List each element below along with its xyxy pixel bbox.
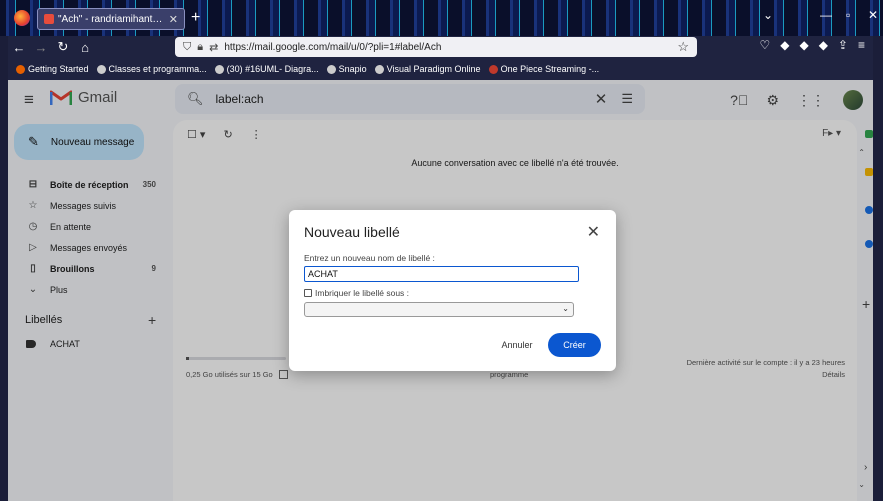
url-bar[interactable]: ⛉ 🔒︎ ⇄ https://mail.google.com/mail/u/0/…	[175, 37, 697, 57]
bookmark-item[interactable]: (30) #16UML- Diagra...	[214, 64, 319, 74]
globe-icon	[214, 64, 224, 74]
tab-list-chevron-icon[interactable]: ⌄	[763, 8, 773, 22]
new-label-dialog: Nouveau libellé ✕ Entrez un nouveau nom …	[289, 210, 616, 371]
nest-label-caption: Imbriquer le libellé sous :	[315, 288, 410, 298]
one-piece-icon	[488, 64, 498, 74]
globe-icon	[326, 64, 336, 74]
navigation-bar: ← → ↻ ⌂ ⛉ 🔒︎ ⇄ https://mail.google.com/m…	[8, 36, 873, 58]
lock-icon[interactable]: 🔒︎	[197, 41, 203, 54]
close-icon[interactable]: ✕	[587, 222, 600, 242]
parent-label-select[interactable]: ⌄	[304, 302, 574, 317]
shield-icon[interactable]: ⛉	[183, 41, 191, 54]
firefox-icon	[16, 64, 25, 74]
bookmark-item[interactable]: Visual Paradigm Online	[374, 64, 481, 74]
back-icon[interactable]: ←	[8, 40, 30, 55]
bookmark-label: Snapio	[338, 64, 367, 74]
dialog-title: Nouveau libellé	[304, 224, 400, 240]
label-name-input[interactable]	[304, 266, 579, 282]
browser-tab[interactable]: "Ach" - randriamihantajudes@ ✕	[37, 8, 185, 30]
bookmark-label: One Piece Streaming -...	[500, 64, 600, 74]
label-name-caption: Entrez un nouveau nom de libellé :	[304, 253, 435, 263]
new-tab-icon[interactable]: +	[191, 8, 200, 28]
bookmark-label: (30) #16UML- Diagra...	[226, 64, 319, 74]
tab-title: "Ach" - randriamihantajudes@	[58, 13, 165, 25]
bookmark-item[interactable]: Getting Started	[16, 64, 89, 74]
pocket-icon[interactable]: ♡	[759, 38, 770, 52]
bookmark-label: Getting Started	[28, 64, 89, 74]
permissions-icon[interactable]: ⇄	[209, 41, 218, 54]
create-button[interactable]: Créer	[548, 333, 601, 357]
bookmark-item[interactable]: Classes et programma...	[96, 64, 207, 74]
nest-label-option[interactable]: Imbriquer le libellé sous :	[304, 288, 409, 298]
bookmark-item[interactable]: One Piece Streaming -...	[488, 64, 600, 74]
bookmarks-bar: Getting Started Classes et programma... …	[8, 60, 873, 78]
extension-icon[interactable]: ◆	[780, 38, 789, 52]
minimize-icon[interactable]: —	[820, 8, 832, 22]
bookmark-star-icon[interactable]: ☆	[677, 39, 689, 55]
bookmark-item[interactable]: Snapio	[326, 64, 367, 74]
toolbar-icons: ♡ ◆ ◆ ◆ ⇪ ≡	[759, 38, 865, 52]
chevron-down-icon: ⌄	[562, 304, 569, 313]
window-edge-left	[0, 36, 8, 501]
firefox-icon[interactable]	[14, 10, 30, 26]
globe-icon	[374, 64, 384, 74]
bookmark-label: Classes et programma...	[108, 64, 207, 74]
close-window-icon[interactable]: ✕	[868, 8, 878, 22]
globe-icon	[96, 64, 106, 74]
extension-icon[interactable]: ◆	[819, 38, 828, 52]
close-tab-icon[interactable]: ✕	[169, 13, 178, 26]
share-icon[interactable]: ⇪	[838, 38, 848, 52]
extension-icon[interactable]: ◆	[799, 38, 808, 52]
menu-icon[interactable]: ≡	[858, 38, 865, 52]
home-icon[interactable]: ⌂	[74, 40, 96, 55]
desktop: "Ach" - randriamihantajudes@ ✕ + ⌄ — ▫ ✕…	[0, 0, 883, 501]
bookmark-label: Visual Paradigm Online	[386, 64, 481, 74]
gmail-favicon-icon	[44, 14, 54, 24]
forward-icon[interactable]: →	[30, 40, 52, 55]
url-text[interactable]: https://mail.google.com/mail/u/0/?pli=1#…	[224, 42, 441, 53]
reload-icon[interactable]: ↻	[52, 39, 74, 55]
maximize-icon[interactable]: ▫	[846, 8, 850, 22]
window-edge-right	[873, 36, 883, 501]
cancel-button[interactable]: Annuler	[489, 333, 545, 357]
nest-checkbox[interactable]	[304, 289, 312, 297]
